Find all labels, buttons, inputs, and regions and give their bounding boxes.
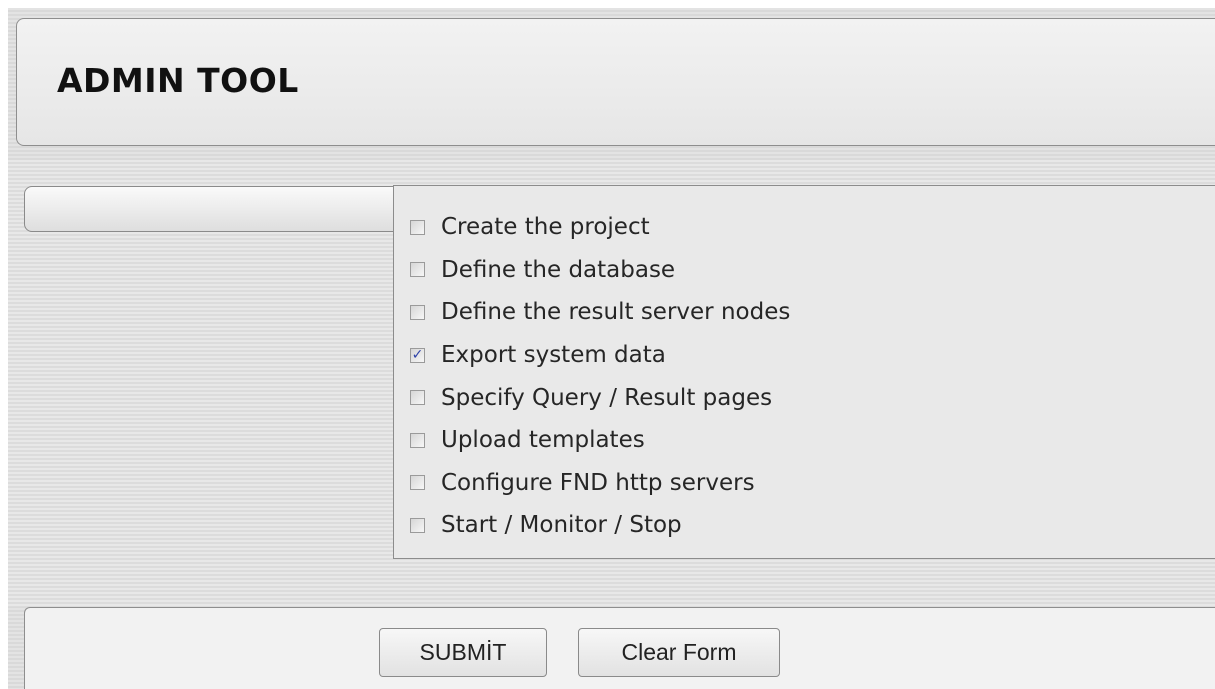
- option-define-result-server-nodes[interactable]: Define the result server nodes: [410, 291, 790, 334]
- option-specify-query-result-pages[interactable]: Specify Query / Result pages: [410, 376, 790, 419]
- option-define-database[interactable]: Define the database: [410, 249, 790, 292]
- task-options-panel: Create the project Define the database D…: [393, 185, 1215, 559]
- check-mark-icon: ✓: [411, 346, 424, 363]
- option-configure-fnd-http-servers[interactable]: Configure FND http servers: [410, 462, 790, 505]
- option-label: Create the project: [441, 214, 650, 241]
- checkbox-define-result-server-nodes[interactable]: [410, 304, 425, 320]
- checkbox-configure-fnd-http-servers[interactable]: [410, 475, 425, 491]
- option-label: Specify Query / Result pages: [441, 384, 773, 411]
- footer-panel: SUBMİT Clear Form: [24, 607, 1215, 689]
- left-tab: [24, 186, 402, 232]
- clear-form-button[interactable]: Clear Form: [578, 628, 780, 677]
- option-start-monitor-stop[interactable]: Start / Monitor / Stop: [410, 504, 790, 547]
- option-label: Upload templates: [441, 427, 645, 454]
- option-label: Define the database: [441, 256, 676, 283]
- header-panel: ADMIN TOOL: [16, 18, 1215, 146]
- option-create-project[interactable]: Create the project: [410, 206, 790, 249]
- checkbox-define-database[interactable]: [410, 262, 425, 278]
- option-label: Define the result server nodes: [441, 299, 791, 326]
- checkbox-create-project[interactable]: [410, 219, 425, 235]
- task-options-list: Create the project Define the database D…: [410, 206, 790, 547]
- submit-button[interactable]: SUBMİT: [379, 628, 547, 677]
- option-upload-templates[interactable]: Upload templates: [410, 419, 790, 462]
- option-label: Start / Monitor / Stop: [441, 512, 682, 539]
- checkbox-start-monitor-stop[interactable]: [410, 517, 425, 533]
- option-label: Export system data: [441, 342, 666, 369]
- option-label: Configure FND http servers: [441, 469, 755, 496]
- app-title: ADMIN TOOL: [57, 61, 299, 100]
- option-export-system-data[interactable]: ✓ Export system data: [410, 334, 790, 377]
- checkbox-export-system-data[interactable]: ✓: [410, 346, 425, 363]
- checkbox-specify-query-result-pages[interactable]: [410, 390, 425, 406]
- checkbox-upload-templates[interactable]: [410, 432, 425, 448]
